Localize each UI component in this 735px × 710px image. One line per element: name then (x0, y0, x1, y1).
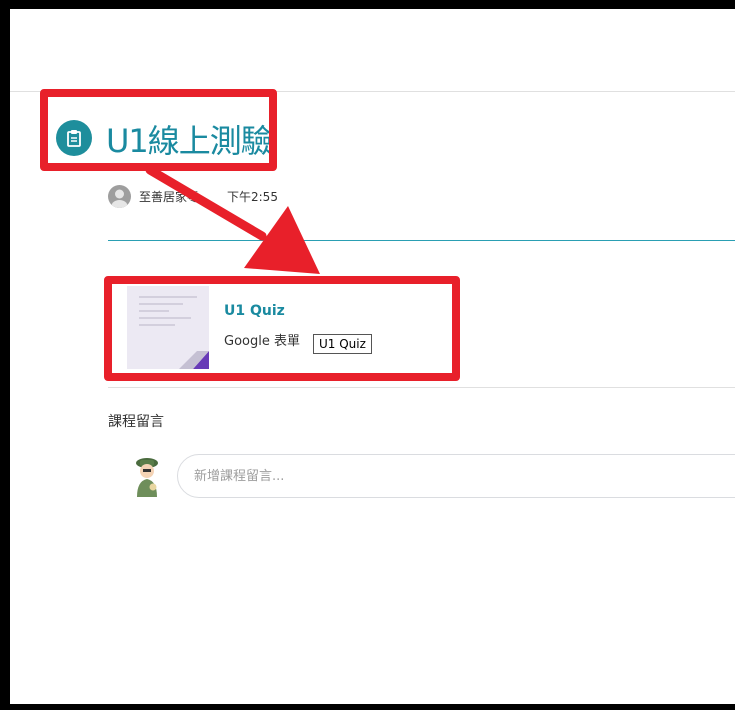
post-time: 下午2:55 (227, 190, 278, 204)
post-divider (108, 240, 735, 241)
comments-label: 課程留言 (108, 414, 164, 430)
author-name: 至善居家零 (139, 190, 200, 204)
title-highlight-box (40, 89, 277, 171)
default-avatar-icon (108, 185, 131, 208)
attachment-highlight-box (104, 276, 460, 381)
cartoon-avatar-icon (131, 455, 163, 497)
comment-input[interactable] (177, 454, 735, 498)
section-divider (108, 387, 735, 388)
